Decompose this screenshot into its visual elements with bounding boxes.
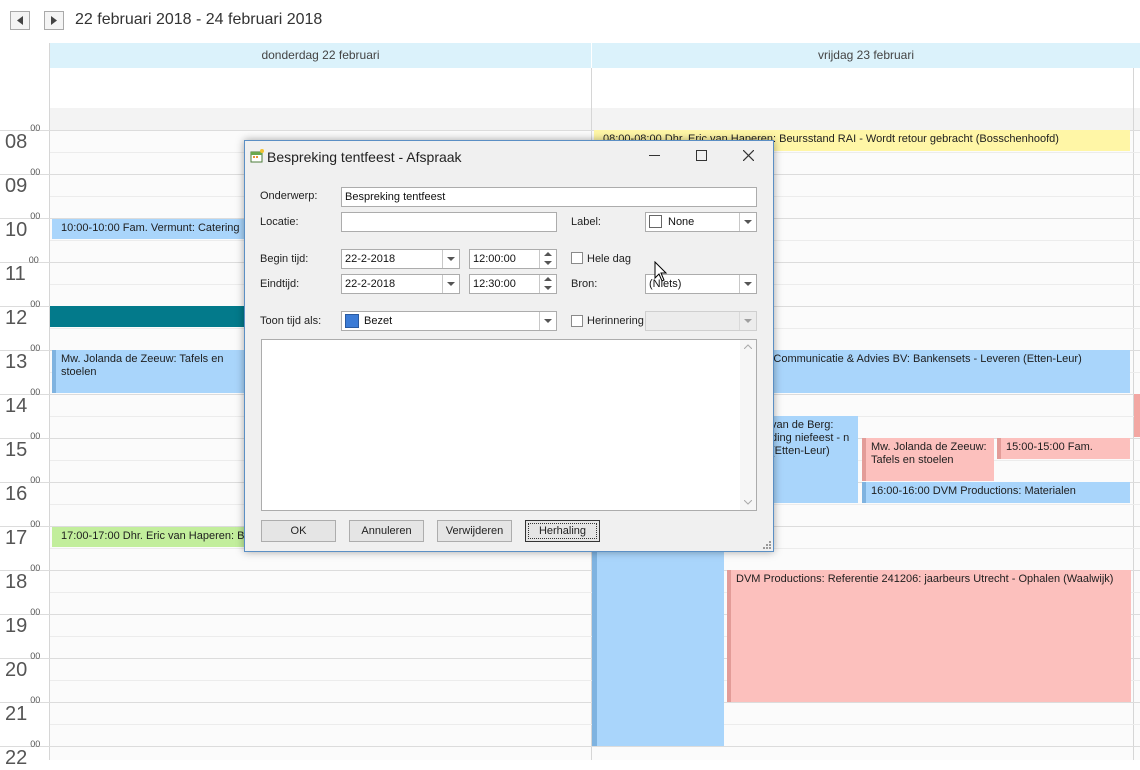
close-button[interactable] (725, 141, 771, 171)
chevron-down-icon[interactable] (539, 312, 556, 330)
chevron-down-icon[interactable] (442, 250, 459, 268)
ok-button[interactable]: OK (261, 520, 336, 542)
all-day-label: Hele dag (587, 253, 632, 265)
status-color-swatch (345, 314, 359, 328)
hour-label-18: 1800 (5, 563, 41, 593)
cancel-button[interactable]: Annuleren (349, 520, 424, 542)
appointment[interactable]: Mw. Jolanda de Zeeuw: Tafels en stoelen (862, 438, 994, 481)
hour-label-22: 2200 (5, 739, 41, 769)
end-time-spinner[interactable]: 12:30:00 (469, 274, 557, 294)
appointment[interactable]: DVM Productions: Referentie 241206: jaar… (727, 570, 1131, 702)
chevron-down-icon[interactable] (739, 312, 756, 330)
next-button[interactable] (44, 11, 64, 30)
day-header-thursday: donderdag 22 februari (50, 43, 591, 68)
reminder-select[interactable] (645, 311, 757, 331)
delete-button[interactable]: Verwijderen (437, 520, 512, 542)
chevron-down-icon[interactable] (442, 275, 459, 293)
end-time-label: Eindtijd: (260, 278, 300, 290)
all-day-checkbox[interactable] (571, 252, 583, 264)
arrow-left-icon (17, 16, 23, 25)
hour-label-17: 1700 (5, 519, 41, 549)
maximize-button[interactable] (678, 141, 724, 171)
hour-line (0, 702, 1140, 703)
hour-label-16: 1600 (5, 475, 41, 505)
chevron-down-icon[interactable] (739, 275, 756, 293)
hour-label-15: 1500 (5, 431, 41, 461)
appointment[interactable]: 15:00-15:00 Fam. (997, 438, 1130, 459)
label-select[interactable]: None (645, 212, 757, 232)
end-date-picker[interactable]: 22-2-2018 (341, 274, 460, 294)
appointment[interactable] (1134, 394, 1140, 437)
show-time-as-select[interactable]: Bezet (341, 311, 557, 331)
hour-label-09: 0900 (5, 167, 41, 197)
show-time-as-label: Toon tijd als: (260, 315, 322, 327)
hour-label-10: 1000 (5, 211, 41, 241)
hour-label-11: 1100 (5, 255, 39, 285)
appointment-status-bar (997, 438, 1001, 459)
hour-label-21: 2100 (5, 695, 41, 725)
start-time-label: Begin tijd: (260, 253, 309, 265)
prev-button[interactable] (10, 11, 30, 30)
spin-arrows-icon[interactable] (539, 250, 556, 268)
minimize-icon (649, 155, 660, 156)
hour-line (0, 746, 1140, 747)
hour-label-19: 1900 (5, 607, 41, 637)
appointment-status-bar (862, 482, 866, 503)
scroll-up-icon[interactable] (744, 344, 752, 349)
appointment-status-bar (52, 350, 56, 393)
reminder-checkbox[interactable] (571, 315, 583, 327)
subject-label: Onderwerp: (260, 190, 318, 202)
appointment[interactable]: Mw. Jolanda de Zeeuw: Tafels en stoelen (52, 350, 252, 393)
appointment[interactable] (592, 548, 724, 746)
day-header-friday: vrijdag 23 februari (592, 43, 1140, 68)
resource-label: Bron: (571, 278, 598, 290)
chevron-down-icon[interactable] (739, 213, 756, 231)
appointment-dialog[interactable]: Bespreking tentfeest - Afspraak Onderwer… (244, 140, 774, 552)
selected-appointment[interactable] (50, 306, 270, 327)
appointment-status-bar (862, 438, 866, 481)
arrow-right-icon (51, 16, 57, 25)
appointment[interactable]: 17:00-17:00 Dhr. Eric van Haperen: B (52, 527, 252, 547)
hour-label-12: 1200 (5, 299, 41, 329)
hour-label-13: 1300 (5, 343, 41, 373)
minimize-button[interactable] (632, 141, 678, 171)
appointment-status-bar (727, 570, 731, 702)
notes-scrollbar[interactable] (740, 340, 756, 510)
start-time-spinner[interactable]: 12:00:00 (469, 249, 557, 269)
scroll-down-icon[interactable] (744, 500, 752, 505)
dialog-title: Bespreking tentfeest - Afspraak (267, 149, 462, 165)
reminder-label: Herinnering (587, 315, 644, 327)
label-color-swatch (649, 215, 662, 228)
calendar-icon (250, 149, 264, 163)
notes-textarea[interactable] (261, 339, 757, 511)
hour-label-08: 0800 (5, 123, 41, 153)
subject-input[interactable]: Bespreking tentfeest (341, 187, 757, 207)
early-hours-strip[interactable] (50, 108, 1140, 130)
appointment[interactable]: 10:00-10:00 Fam. Vermunt: Catering (52, 219, 252, 239)
start-date-picker[interactable]: 22-2-2018 (341, 249, 460, 269)
mouse-cursor-icon (654, 261, 668, 282)
hour-label-20: 2000 (5, 651, 41, 681)
resize-grip-icon[interactable] (763, 541, 772, 550)
maximize-icon (696, 150, 707, 161)
appointment-status-bar (592, 548, 597, 746)
hour-label-14: 1400 (5, 387, 41, 417)
date-range-title: 22 februari 2018 - 24 februari 2018 (75, 11, 323, 28)
location-label: Locatie: (260, 216, 299, 228)
time-column-divider (49, 43, 50, 760)
label-label: Label: (571, 216, 601, 228)
location-input[interactable] (341, 212, 557, 232)
recurrence-button[interactable]: Herhaling (525, 520, 600, 542)
all-day-area[interactable] (50, 68, 1140, 108)
appointment[interactable]: 16:00-16:00 DVM Productions: Materialen (862, 482, 1130, 503)
spin-arrows-icon[interactable] (539, 275, 556, 293)
close-icon (743, 150, 754, 161)
